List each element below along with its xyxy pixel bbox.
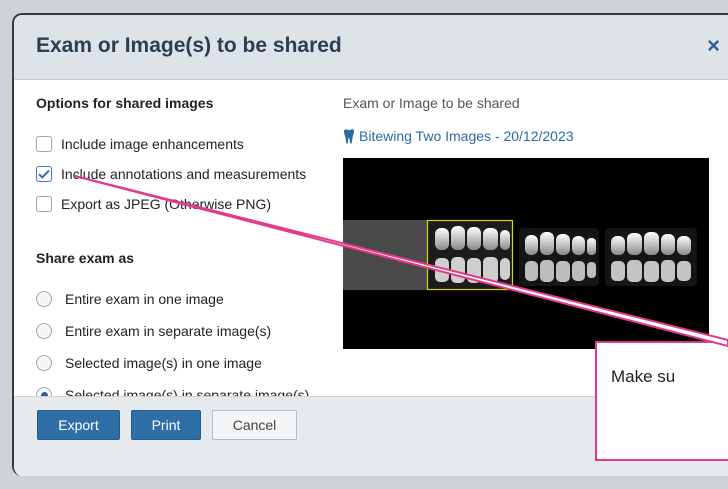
radio-selected-one-image[interactable]: Selected image(s) in one image bbox=[36, 353, 262, 373]
dialog-titlebar: Exam or Image(s) to be shared × bbox=[14, 15, 728, 80]
tooth-icon bbox=[344, 128, 354, 143]
option-image-enhancements[interactable]: Include image enhancements bbox=[36, 134, 244, 154]
print-button[interactable]: Print bbox=[131, 410, 201, 440]
bitewing-thumbnail-2 bbox=[519, 228, 599, 286]
export-button[interactable]: Export bbox=[37, 410, 120, 440]
image-viewer[interactable] bbox=[343, 158, 709, 349]
callout-text: Make su bbox=[611, 367, 676, 386]
empty-image-slot bbox=[343, 220, 427, 290]
option-label: Include annotations and measurements bbox=[61, 166, 307, 182]
annotation-callout: Make su bbox=[595, 341, 728, 461]
options-heading: Options for shared images bbox=[36, 95, 214, 111]
checkmark-icon bbox=[38, 169, 50, 179]
radio-entire-exam-separate[interactable]: Entire exam in separate image(s) bbox=[36, 321, 271, 341]
radio-button[interactable] bbox=[36, 291, 52, 307]
radio-label: Entire exam in separate image(s) bbox=[65, 323, 272, 339]
image-enhancements-checkbox[interactable] bbox=[36, 136, 52, 152]
exam-link[interactable]: Bitewing Two Images - 20/12/2023 bbox=[343, 128, 574, 144]
cancel-button[interactable]: Cancel bbox=[212, 410, 297, 440]
exam-label: Bitewing Two Images - 20/12/2023 bbox=[359, 128, 574, 144]
option-label: Include image enhancements bbox=[61, 136, 244, 152]
bitewing-thumbnails bbox=[343, 219, 697, 291]
close-icon[interactable]: × bbox=[707, 33, 720, 59]
share-as-heading: Share exam as bbox=[36, 250, 135, 266]
option-annotations[interactable]: Include annotations and measurements bbox=[36, 164, 306, 184]
annotations-checkbox[interactable] bbox=[36, 166, 52, 182]
export-jpeg-checkbox[interactable] bbox=[36, 196, 52, 212]
dialog-title: Exam or Image(s) to be shared bbox=[36, 34, 342, 57]
option-label: Export as JPEG (Otherwise PNG) bbox=[61, 196, 272, 212]
radio-entire-exam-one-image[interactable]: Entire exam in one image bbox=[36, 289, 224, 309]
radio-label: Entire exam in one image bbox=[65, 291, 224, 307]
bitewing-thumbnail-1 bbox=[426, 219, 514, 291]
radio-button[interactable] bbox=[36, 323, 52, 339]
radio-label: Selected image(s) in one image bbox=[65, 355, 262, 371]
bitewing-thumbnail-3 bbox=[605, 228, 697, 286]
preview-heading: Exam or Image to be shared bbox=[343, 95, 520, 111]
option-export-jpeg[interactable]: Export as JPEG (Otherwise PNG) bbox=[36, 194, 271, 214]
radio-button[interactable] bbox=[36, 355, 52, 371]
